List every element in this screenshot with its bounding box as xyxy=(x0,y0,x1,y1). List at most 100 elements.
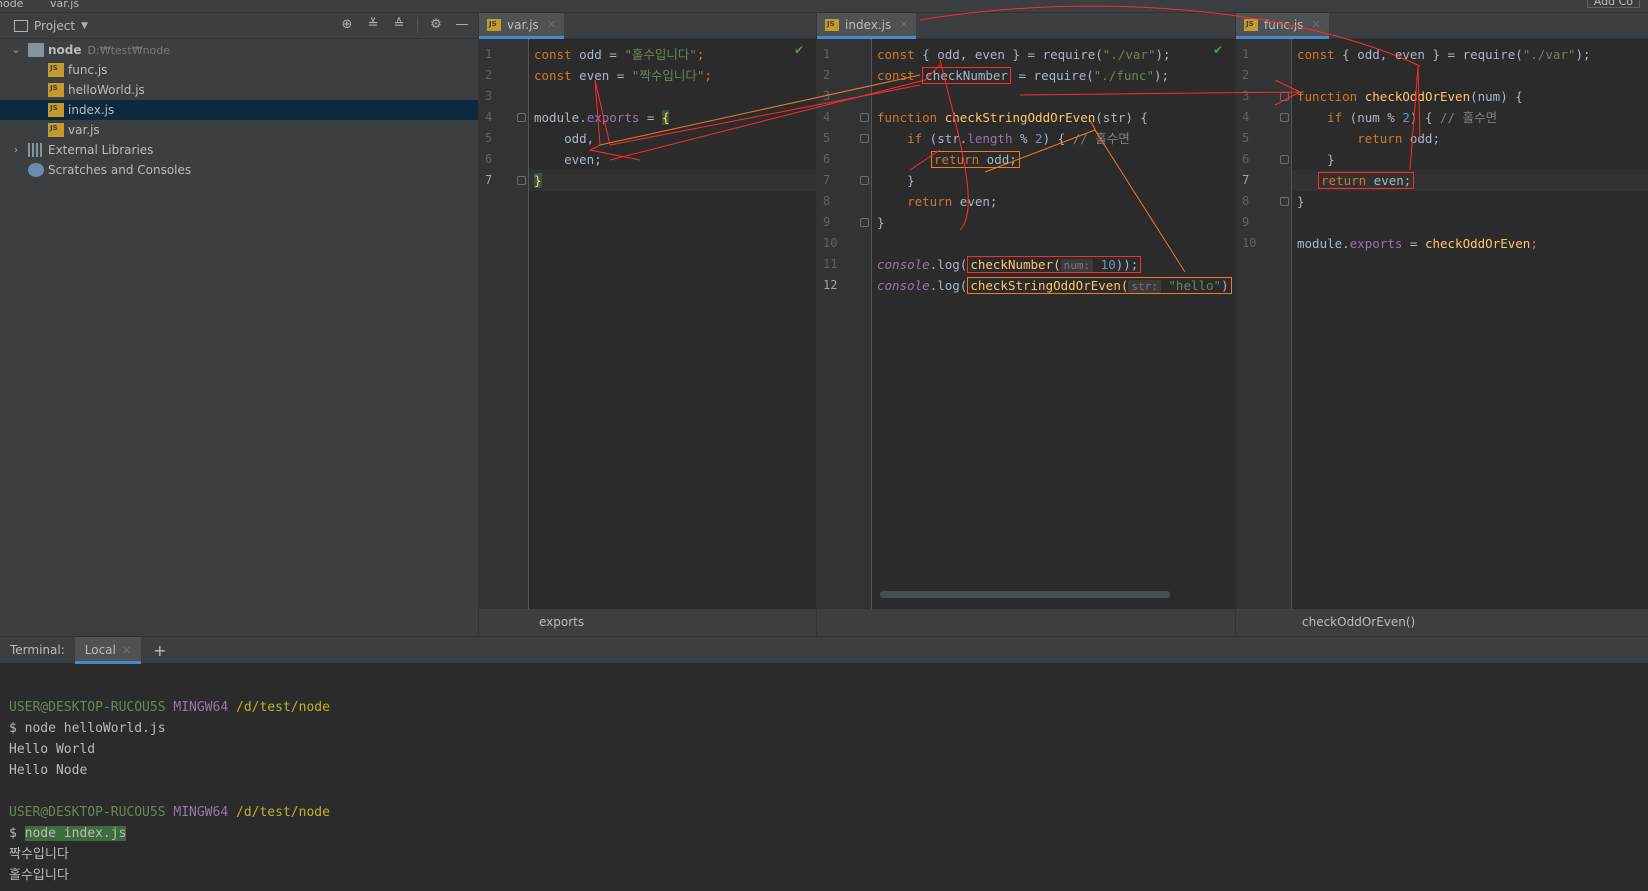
terminal-command-line: $ node index.js xyxy=(9,826,127,841)
tree-file-index[interactable]: index.js xyxy=(0,100,478,120)
tab-index-js[interactable]: index.js ✕ xyxy=(817,13,917,39)
line-number: 9 xyxy=(1242,215,1250,229)
code-area[interactable]: const { odd, even } = require("./var"); … xyxy=(872,39,1235,609)
project-view-selector[interactable]: Project xyxy=(34,19,75,33)
fold-icon[interactable] xyxy=(1280,113,1289,122)
chevron-down-icon[interactable]: ⌄ xyxy=(10,45,22,56)
line-gutter: 1 2 3 4 5 6 7 8 9 10 xyxy=(1236,39,1292,609)
external-libraries-label: External Libraries xyxy=(48,143,154,157)
project-panel-header: Project ▼ ⊕ ≚ ≙ ⚙ — xyxy=(0,13,478,39)
fold-icon[interactable] xyxy=(860,134,869,143)
line-gutter: 1 2 3 4 5 6 7 8 9 10 11 12 xyxy=(817,39,872,609)
code-line: return odd; xyxy=(931,149,1020,170)
terminal-prompt-line: USER@DESKTOP-RUCOU5S MINGW64 /d/test/nod… xyxy=(9,700,330,715)
fold-icon[interactable] xyxy=(860,218,869,227)
fold-icon[interactable] xyxy=(517,176,526,185)
collapse-all-icon[interactable]: ≙ xyxy=(391,17,407,33)
terminal-panel: Terminal: Local ✕ + USER@DESKTOP-RUCOU5S … xyxy=(0,636,1648,891)
editor-index-js: index.js ✕ 1 2 3 4 5 6 7 8 9 10 11 12 co… xyxy=(817,13,1236,636)
js-file-icon xyxy=(48,63,64,77)
chevron-right-icon[interactable]: › xyxy=(10,145,22,156)
terminal-output-line: Hello Node xyxy=(9,763,88,778)
scratches-label: Scratches and Consoles xyxy=(48,163,192,177)
js-file-icon xyxy=(1244,18,1258,31)
code-line: console.log(checkStringOddOrEven(str: "h… xyxy=(877,275,1232,296)
editor-tabbar: index.js ✕ xyxy=(817,13,1235,39)
tab-terminal-local[interactable]: Local ✕ xyxy=(74,636,142,664)
fold-icon[interactable] xyxy=(517,113,526,122)
line-number: 1 xyxy=(485,47,493,61)
close-icon[interactable]: ✕ xyxy=(547,18,556,31)
code-line: console.log(checkNumber(num: 10)); xyxy=(877,254,1142,275)
js-file-icon xyxy=(48,83,64,97)
breadcrumb-root[interactable]: node xyxy=(0,0,23,10)
code-area[interactable]: const odd = "홀수입니다"; const even = "짝수입니다… xyxy=(529,39,816,609)
line-number: 4 xyxy=(485,110,493,124)
tab-label: func.js xyxy=(1264,17,1304,32)
code-area[interactable]: const { odd, even } = require("./var"); … xyxy=(1292,39,1648,609)
gear-icon[interactable]: ⚙ xyxy=(428,17,444,33)
breadcrumb-status: checkOddOrEven() xyxy=(1236,609,1648,636)
tab-var-js[interactable]: var.js ✕ xyxy=(479,13,564,39)
code-line: function checkStringOddOrEven(str) { xyxy=(877,110,1148,125)
terminal-output[interactable]: USER@DESKTOP-RUCOU5S MINGW64 /d/test/nod… xyxy=(0,663,1648,886)
tab-func-js[interactable]: func.js ✕ xyxy=(1236,13,1329,39)
root-folder-path: D:₩test₩node xyxy=(87,43,171,57)
code-line: odd, xyxy=(534,131,595,146)
tree-scratches[interactable]: Scratches and Consoles xyxy=(0,160,478,180)
line-number: 3 xyxy=(485,89,493,103)
line-number: 2 xyxy=(485,68,493,82)
terminal-output-line: Hello World xyxy=(9,742,96,757)
code-line: } xyxy=(1297,152,1335,167)
close-icon[interactable]: ✕ xyxy=(122,644,131,657)
fold-icon[interactable] xyxy=(860,113,869,122)
code-line: return odd; xyxy=(1297,131,1440,146)
tree-root-folder[interactable]: ⌄ node D:₩test₩node xyxy=(0,40,478,60)
editor-tabbar: var.js ✕ xyxy=(479,13,816,39)
line-number: 10 xyxy=(1242,236,1257,250)
expand-all-icon[interactable]: ≚ xyxy=(365,17,381,33)
line-number: 2 xyxy=(1242,68,1250,82)
tree-external-libraries[interactable]: › External Libraries xyxy=(0,140,478,160)
code-line: const checkNumber = require("./func"); xyxy=(877,67,1170,84)
add-configuration-button[interactable]: Add Co xyxy=(1586,0,1640,8)
minimize-icon[interactable]: — xyxy=(454,17,470,33)
tab-label: index.js xyxy=(845,17,892,32)
code-line: return even; xyxy=(877,194,998,209)
new-terminal-icon[interactable]: + xyxy=(153,641,166,660)
code-line: } xyxy=(877,215,885,230)
tree-file-helloworld[interactable]: helloWorld.js xyxy=(0,80,478,100)
code-line: module.exports = checkOddOrEven; xyxy=(1297,236,1538,251)
chevron-down-icon[interactable]: ▼ xyxy=(81,21,88,31)
horizontal-scrollbar[interactable] xyxy=(880,591,1170,598)
close-icon[interactable]: ✕ xyxy=(899,18,908,31)
fold-icon[interactable] xyxy=(860,176,869,185)
code-line: const { odd, even } = require("./var"); xyxy=(1297,47,1591,62)
checkmark-icon: ✔ xyxy=(1212,43,1223,57)
line-number: 3 xyxy=(823,89,831,103)
line-number: 4 xyxy=(823,110,831,124)
line-number: 7 xyxy=(485,173,493,187)
fold-icon[interactable] xyxy=(1280,92,1289,101)
js-file-icon xyxy=(825,18,839,31)
js-file-icon xyxy=(48,123,64,137)
tree-file-var[interactable]: var.js xyxy=(0,120,478,140)
folder-icon xyxy=(28,43,44,57)
close-icon[interactable]: ✕ xyxy=(1311,18,1320,31)
editor-var-js: var.js ✕ 1 2 3 4 5 6 7 const odd = "홀수입니… xyxy=(479,13,817,636)
checkmark-icon: ✔ xyxy=(793,43,804,57)
terminal-header: Terminal: Local ✕ + xyxy=(0,636,1648,664)
breadcrumb-file[interactable]: var.js xyxy=(50,0,79,10)
line-number: 2 xyxy=(823,68,831,82)
project-view-icon xyxy=(14,19,28,32)
locate-icon[interactable]: ⊕ xyxy=(339,17,355,33)
line-number: 9 xyxy=(823,215,831,229)
fold-icon[interactable] xyxy=(1280,155,1289,164)
code-line: module.exports = { xyxy=(534,110,670,125)
tree-file-func[interactable]: func.js xyxy=(0,60,478,80)
file-name: var.js xyxy=(68,123,100,137)
line-number: 6 xyxy=(1242,152,1250,166)
fold-icon[interactable] xyxy=(1280,197,1289,206)
library-icon xyxy=(28,143,44,157)
code-line: if (num % 2) { // 홀수면 xyxy=(1297,110,1498,125)
